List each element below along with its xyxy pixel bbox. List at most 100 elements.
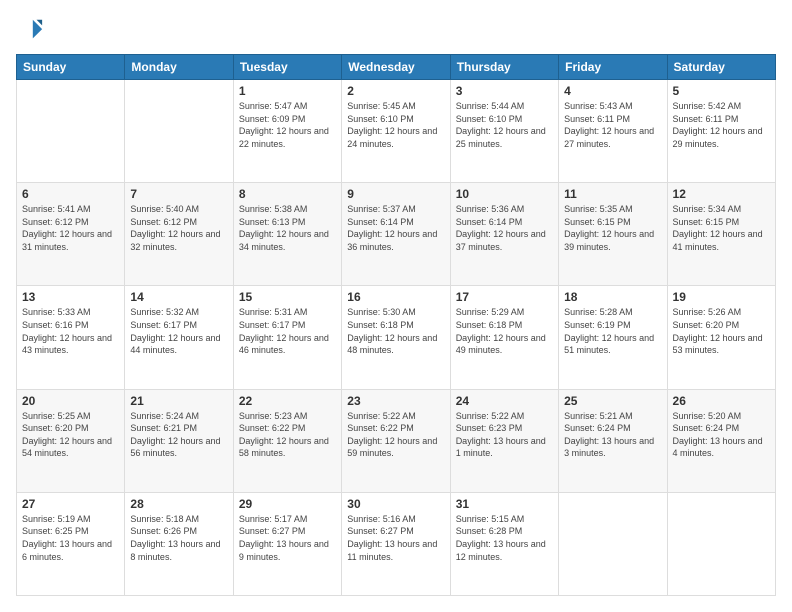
calendar-cell: 13Sunrise: 5:33 AM Sunset: 6:16 PM Dayli… [17, 286, 125, 389]
page: SundayMondayTuesdayWednesdayThursdayFrid… [0, 0, 792, 612]
calendar-cell: 28 Sunrise: 5:18 AM Sunset: 6:26 PM Dayli… [125, 492, 233, 595]
day-number: 28 [130, 497, 227, 511]
calendar-cell: 27 Sunrise: 5:19 AM Sunset: 6:25 PM Dayli… [17, 492, 125, 595]
day-number: 2 [347, 84, 444, 98]
day-info: Sunrise: 5:21 AM Sunset: 6:24 PM Dayligh… [564, 410, 661, 460]
calendar-cell: 2 Sunrise: 5:45 AM Sunset: 6:10 PM Daylig… [342, 80, 450, 183]
day-number: 10 [456, 187, 553, 201]
day-info: Sunrise: 5:16 AM Sunset: 6:27 PM Dayligh… [347, 513, 444, 563]
day-number: 4 [564, 84, 661, 98]
day-info: Sunrise: 5:22 AM Sunset: 6:23 PM Dayligh… [456, 410, 553, 460]
calendar-cell: 23 Sunrise: 5:22 AM Sunset: 6:22 PM Dayli… [342, 389, 450, 492]
day-info: Sunrise: 5:42 AM Sunset: 6:11 PM Dayligh… [673, 100, 770, 150]
day-info: Sunrise: 5:33 AM Sunset: 6:16 PM Dayligh… [22, 306, 119, 356]
calendar-cell: 16 Sunrise: 5:30 AM Sunset: 6:18 PM Dayli… [342, 286, 450, 389]
day-number: 15 [239, 290, 336, 304]
calendar-week-row: 27 Sunrise: 5:19 AM Sunset: 6:25 PM Dayli… [17, 492, 776, 595]
day-info: Sunrise: 5:38 AM Sunset: 6:13 PM Dayligh… [239, 203, 336, 253]
calendar-header-row: SundayMondayTuesdayWednesdayThursdayFrid… [17, 55, 776, 80]
day-number: 22 [239, 394, 336, 408]
day-info: Sunrise: 5:29 AM Sunset: 6:18 PM Dayligh… [456, 306, 553, 356]
day-number: 16 [347, 290, 444, 304]
calendar-cell: 8 Sunrise: 5:38 AM Sunset: 6:13 PM Daylig… [233, 183, 341, 286]
day-number: 11 [564, 187, 661, 201]
day-info: Sunrise: 5:44 AM Sunset: 6:10 PM Dayligh… [456, 100, 553, 150]
calendar-cell: 29Sunrise: 5:17 AM Sunset: 6:27 PM Dayli… [233, 492, 341, 595]
day-number: 19 [673, 290, 770, 304]
day-number: 7 [130, 187, 227, 201]
day-info: Sunrise: 5:45 AM Sunset: 6:10 PM Dayligh… [347, 100, 444, 150]
day-info: Sunrise: 5:28 AM Sunset: 6:19 PM Dayligh… [564, 306, 661, 356]
calendar-header-friday: Friday [559, 55, 667, 80]
day-number: 31 [456, 497, 553, 511]
day-info: Sunrise: 5:35 AM Sunset: 6:15 PM Dayligh… [564, 203, 661, 253]
calendar-header-wednesday: Wednesday [342, 55, 450, 80]
calendar-cell: 14 Sunrise: 5:32 AM Sunset: 6:17 PM Dayli… [125, 286, 233, 389]
calendar-cell [559, 492, 667, 595]
day-info: Sunrise: 5:20 AM Sunset: 6:24 PM Dayligh… [673, 410, 770, 460]
day-number: 18 [564, 290, 661, 304]
calendar-cell: 3 Sunrise: 5:44 AM Sunset: 6:10 PM Daylig… [450, 80, 558, 183]
calendar-cell: 19 Sunrise: 5:26 AM Sunset: 6:20 PM Dayli… [667, 286, 775, 389]
day-info: Sunrise: 5:34 AM Sunset: 6:15 PM Dayligh… [673, 203, 770, 253]
calendar-cell: 31 Sunrise: 5:15 AM Sunset: 6:28 PM Dayli… [450, 492, 558, 595]
day-number: 21 [130, 394, 227, 408]
day-number: 6 [22, 187, 119, 201]
day-number: 3 [456, 84, 553, 98]
day-info: Sunrise: 5:25 AM Sunset: 6:20 PM Dayligh… [22, 410, 119, 460]
calendar-week-row: 13Sunrise: 5:33 AM Sunset: 6:16 PM Dayli… [17, 286, 776, 389]
day-info: Sunrise: 5:22 AM Sunset: 6:22 PM Dayligh… [347, 410, 444, 460]
logo-icon [16, 16, 44, 44]
calendar-cell: 30 Sunrise: 5:16 AM Sunset: 6:27 PM Dayli… [342, 492, 450, 595]
day-info: Sunrise: 5:37 AM Sunset: 6:14 PM Dayligh… [347, 203, 444, 253]
calendar-cell: 15Sunrise: 5:31 AM Sunset: 6:17 PM Dayli… [233, 286, 341, 389]
calendar-week-row: 6Sunrise: 5:41 AM Sunset: 6:12 PM Daylig… [17, 183, 776, 286]
day-info: Sunrise: 5:26 AM Sunset: 6:20 PM Dayligh… [673, 306, 770, 356]
day-number: 5 [673, 84, 770, 98]
logo [16, 16, 48, 44]
calendar-header-tuesday: Tuesday [233, 55, 341, 80]
day-info: Sunrise: 5:19 AM Sunset: 6:25 PM Dayligh… [22, 513, 119, 563]
calendar-cell [667, 492, 775, 595]
day-info: Sunrise: 5:15 AM Sunset: 6:28 PM Dayligh… [456, 513, 553, 563]
calendar-cell [125, 80, 233, 183]
calendar-cell: 5 Sunrise: 5:42 AM Sunset: 6:11 PM Daylig… [667, 80, 775, 183]
header [16, 16, 776, 44]
calendar-header-sunday: Sunday [17, 55, 125, 80]
calendar-header-monday: Monday [125, 55, 233, 80]
day-info: Sunrise: 5:32 AM Sunset: 6:17 PM Dayligh… [130, 306, 227, 356]
day-info: Sunrise: 5:24 AM Sunset: 6:21 PM Dayligh… [130, 410, 227, 460]
day-number: 30 [347, 497, 444, 511]
calendar-cell: 4 Sunrise: 5:43 AM Sunset: 6:11 PM Daylig… [559, 80, 667, 183]
day-info: Sunrise: 5:43 AM Sunset: 6:11 PM Dayligh… [564, 100, 661, 150]
calendar-cell: 18 Sunrise: 5:28 AM Sunset: 6:19 PM Dayli… [559, 286, 667, 389]
day-number: 25 [564, 394, 661, 408]
calendar-cell: 6Sunrise: 5:41 AM Sunset: 6:12 PM Daylig… [17, 183, 125, 286]
day-number: 23 [347, 394, 444, 408]
day-number: 27 [22, 497, 119, 511]
calendar: SundayMondayTuesdayWednesdayThursdayFrid… [16, 54, 776, 596]
calendar-cell: 7Sunrise: 5:40 AM Sunset: 6:12 PM Daylig… [125, 183, 233, 286]
calendar-cell: 11 Sunrise: 5:35 AM Sunset: 6:15 PM Dayli… [559, 183, 667, 286]
calendar-cell: 22Sunrise: 5:23 AM Sunset: 6:22 PM Dayli… [233, 389, 341, 492]
day-number: 9 [347, 187, 444, 201]
calendar-cell: 24Sunrise: 5:22 AM Sunset: 6:23 PM Dayli… [450, 389, 558, 492]
day-number: 12 [673, 187, 770, 201]
calendar-cell: 9 Sunrise: 5:37 AM Sunset: 6:14 PM Daylig… [342, 183, 450, 286]
day-number: 20 [22, 394, 119, 408]
calendar-cell: 12 Sunrise: 5:34 AM Sunset: 6:15 PM Dayli… [667, 183, 775, 286]
calendar-header-thursday: Thursday [450, 55, 558, 80]
day-info: Sunrise: 5:36 AM Sunset: 6:14 PM Dayligh… [456, 203, 553, 253]
calendar-week-row: 1 Sunrise: 5:47 AM Sunset: 6:09 PM Daylig… [17, 80, 776, 183]
day-number: 8 [239, 187, 336, 201]
day-info: Sunrise: 5:30 AM Sunset: 6:18 PM Dayligh… [347, 306, 444, 356]
day-number: 1 [239, 84, 336, 98]
day-info: Sunrise: 5:47 AM Sunset: 6:09 PM Dayligh… [239, 100, 336, 150]
calendar-cell: 1 Sunrise: 5:47 AM Sunset: 6:09 PM Daylig… [233, 80, 341, 183]
day-number: 17 [456, 290, 553, 304]
day-info: Sunrise: 5:18 AM Sunset: 6:26 PM Dayligh… [130, 513, 227, 563]
calendar-cell: 17 Sunrise: 5:29 AM Sunset: 6:18 PM Dayli… [450, 286, 558, 389]
calendar-cell [17, 80, 125, 183]
day-number: 26 [673, 394, 770, 408]
day-number: 14 [130, 290, 227, 304]
